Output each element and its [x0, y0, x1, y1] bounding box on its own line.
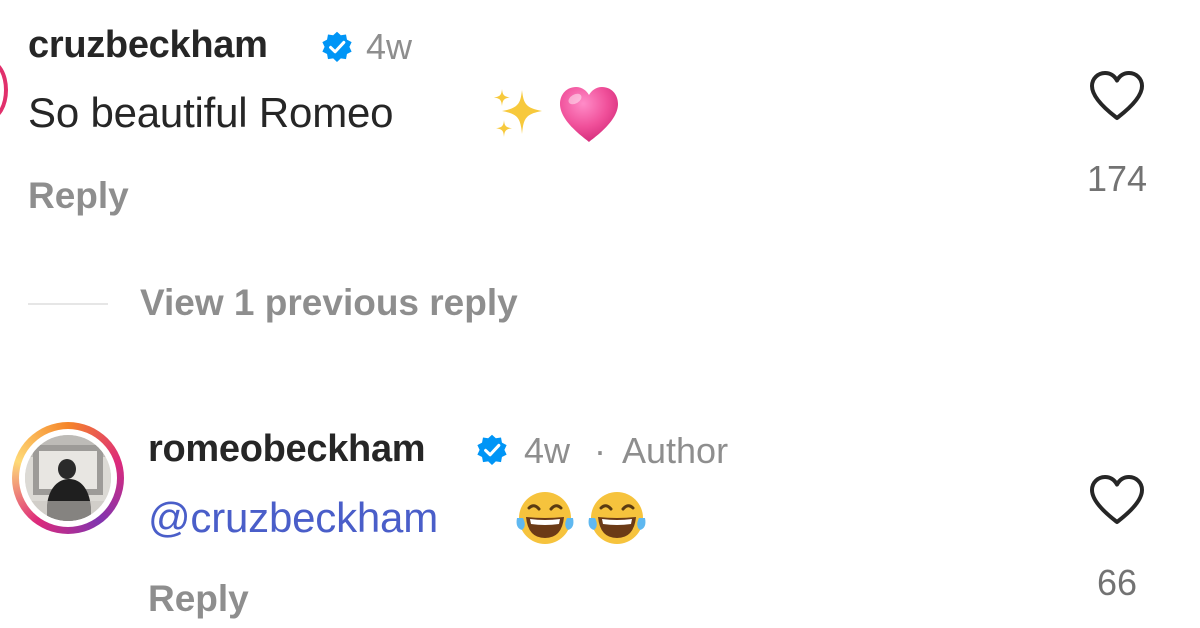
author-label: Author [622, 430, 729, 471]
reply-button[interactable]: Reply [148, 578, 249, 620]
like-count: 174 [1086, 158, 1148, 199]
laughing-tears-emoji [588, 492, 646, 544]
comments-panel: cruzbeckham 4w So beautiful Romeo Reply … [0, 0, 1200, 628]
comment-timestamp: 4w [524, 430, 571, 471]
verified-badge-icon [477, 434, 507, 465]
avatar[interactable] [12, 422, 124, 534]
pink-heart-emoji [560, 87, 618, 142]
mention-link[interactable]: @cruzbeckham [148, 494, 438, 542]
reply-button[interactable]: Reply [28, 175, 129, 217]
comment-timestamp: 4w [366, 26, 413, 67]
comment-username[interactable]: romeobeckham [148, 428, 426, 471]
avatar[interactable] [0, 60, 8, 120]
view-previous-replies-button[interactable]: View 1 previous reply [140, 282, 518, 324]
comment-text: So beautiful Romeo [28, 89, 394, 136]
thread-divider [28, 303, 108, 305]
laughing-tears-emoji [516, 492, 574, 544]
heart-outline-icon[interactable] [1088, 70, 1146, 122]
heart-outline-icon[interactable] [1088, 474, 1146, 526]
like-count: 66 [1096, 562, 1138, 603]
meta-separator: · [594, 430, 606, 471]
verified-badge-icon [322, 31, 352, 62]
sparkles-emoji [494, 89, 542, 137]
avatar-photo [25, 435, 111, 521]
comment-username[interactable]: cruzbeckham [28, 24, 268, 67]
